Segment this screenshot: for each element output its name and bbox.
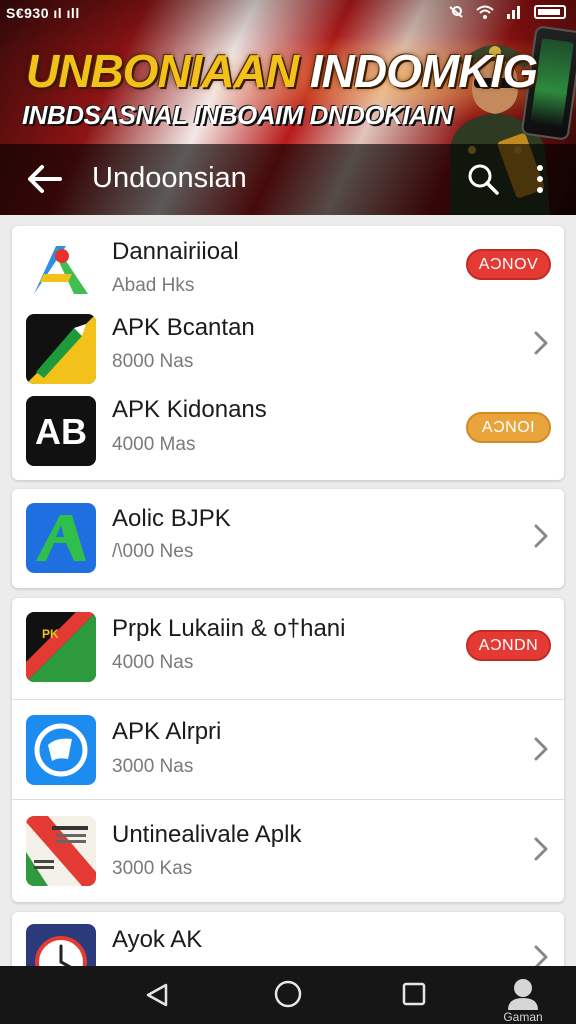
list-item[interactable]: Dannairiioal Abad Hks AƆNOV bbox=[12, 226, 564, 308]
nav-home-icon[interactable] bbox=[274, 980, 302, 1008]
banner-headline: UNBONIAAN INDOMKIG bbox=[26, 44, 538, 98]
app-meta: Abad Hks bbox=[112, 275, 195, 296]
list-item[interactable]: PK Prpk Lukaiin & o†hani 4000 Nas AƆNDN bbox=[12, 598, 564, 700]
svg-text:AB: AB bbox=[35, 411, 87, 452]
chevron-right-icon bbox=[534, 737, 548, 761]
app-meta: 4000 Mas bbox=[112, 434, 196, 455]
app-card-4: Ayok AK bbox=[12, 912, 564, 972]
status-bar: S€930 ıl ıll bbox=[0, 0, 576, 26]
app-card-2: Aolic BJPK /\000 Nes bbox=[12, 489, 564, 588]
chevron-right-icon bbox=[534, 331, 548, 355]
list-item[interactable]: APK Bcantan 8000 Nas bbox=[12, 308, 564, 392]
colorful-a-icon bbox=[26, 234, 96, 304]
app-meta: 4000 Nas bbox=[112, 652, 194, 673]
app-name: Ayok AK bbox=[112, 926, 203, 953]
app-name: APK Bcantan bbox=[112, 314, 255, 341]
ab-logo-icon: AB bbox=[26, 396, 96, 466]
battery-icon bbox=[534, 5, 566, 19]
app-meta: 3000 Nas bbox=[112, 756, 194, 777]
list-item[interactable]: APK Alrpri 3000 Nas bbox=[12, 700, 564, 800]
green-yellow-arrow-icon bbox=[26, 314, 96, 384]
carrier-text: S€930 ıl ıll bbox=[6, 5, 80, 21]
red-green-flag-icon: PK bbox=[26, 612, 96, 682]
wifi-icon bbox=[476, 5, 494, 19]
app-card-3: PK Prpk Lukaiin & o†hani 4000 Nas AƆNDN … bbox=[12, 598, 564, 902]
blue-circle-book-icon bbox=[26, 715, 96, 785]
back-arrow-icon[interactable] bbox=[26, 164, 62, 194]
headline-part2: INDOMKIG bbox=[309, 45, 538, 97]
profile-label[interactable]: Gaman bbox=[490, 1010, 556, 1024]
app-name: APK Alrpri bbox=[112, 718, 222, 745]
app-name: APK Kidonans bbox=[112, 396, 267, 423]
alarm-icon bbox=[449, 6, 463, 18]
nav-recents-icon[interactable] bbox=[402, 982, 426, 1006]
install-button[interactable]: AƆNOI bbox=[466, 412, 551, 443]
more-vert-icon[interactable] bbox=[530, 162, 550, 196]
app-name: Aolic BJPK bbox=[112, 505, 231, 532]
page-title: Undoonsian bbox=[92, 162, 247, 194]
app-meta: 8000 Nas bbox=[112, 351, 194, 372]
nav-back-icon[interactable] bbox=[144, 982, 170, 1008]
app-meta: 3000 Kas bbox=[112, 858, 193, 879]
chevron-right-icon bbox=[534, 837, 548, 861]
install-button[interactable]: AƆNDN bbox=[466, 630, 551, 661]
install-button[interactable]: AƆNOV bbox=[466, 249, 551, 280]
app-name: Prpk Lukaiin & o†hani bbox=[112, 615, 346, 642]
app-bar: Undoonsian bbox=[0, 144, 576, 215]
search-icon[interactable] bbox=[466, 162, 500, 196]
headline-part1: UNBONIAAN bbox=[26, 45, 299, 97]
list-item[interactable]: Untinealivale Aplk 3000 Kas bbox=[12, 800, 564, 902]
banner-subheadline: INBDSASNAL INBOAIM DNDOKIAIN bbox=[22, 100, 453, 130]
list-item[interactable]: Aolic BJPK /\000 Nes bbox=[12, 489, 564, 588]
list-item[interactable]: Ayok AK bbox=[12, 912, 564, 972]
system-nav-bar: Gaman bbox=[0, 966, 576, 1024]
chevron-right-icon bbox=[534, 524, 548, 548]
signal-icon bbox=[507, 6, 520, 19]
app-card-1: Dannairiioal Abad Hks AƆNOV APK Bcantan … bbox=[12, 226, 564, 480]
clock-icon bbox=[26, 924, 96, 972]
svg-text:PK: PK bbox=[42, 627, 59, 641]
news-flag-icon bbox=[26, 816, 96, 886]
app-name: Dannairiioal bbox=[112, 238, 239, 265]
app-name: Untinealivale Aplk bbox=[112, 821, 302, 848]
app-meta: /\000 Nes bbox=[112, 541, 194, 562]
blue-green-a-icon bbox=[26, 503, 96, 573]
header-banner: S€930 ıl ıll UNBONIAAN INDOMKIG INBDSASN… bbox=[0, 0, 576, 215]
list-item[interactable]: AB APK Kidonans 4000 Mas AƆNOI bbox=[12, 392, 564, 480]
